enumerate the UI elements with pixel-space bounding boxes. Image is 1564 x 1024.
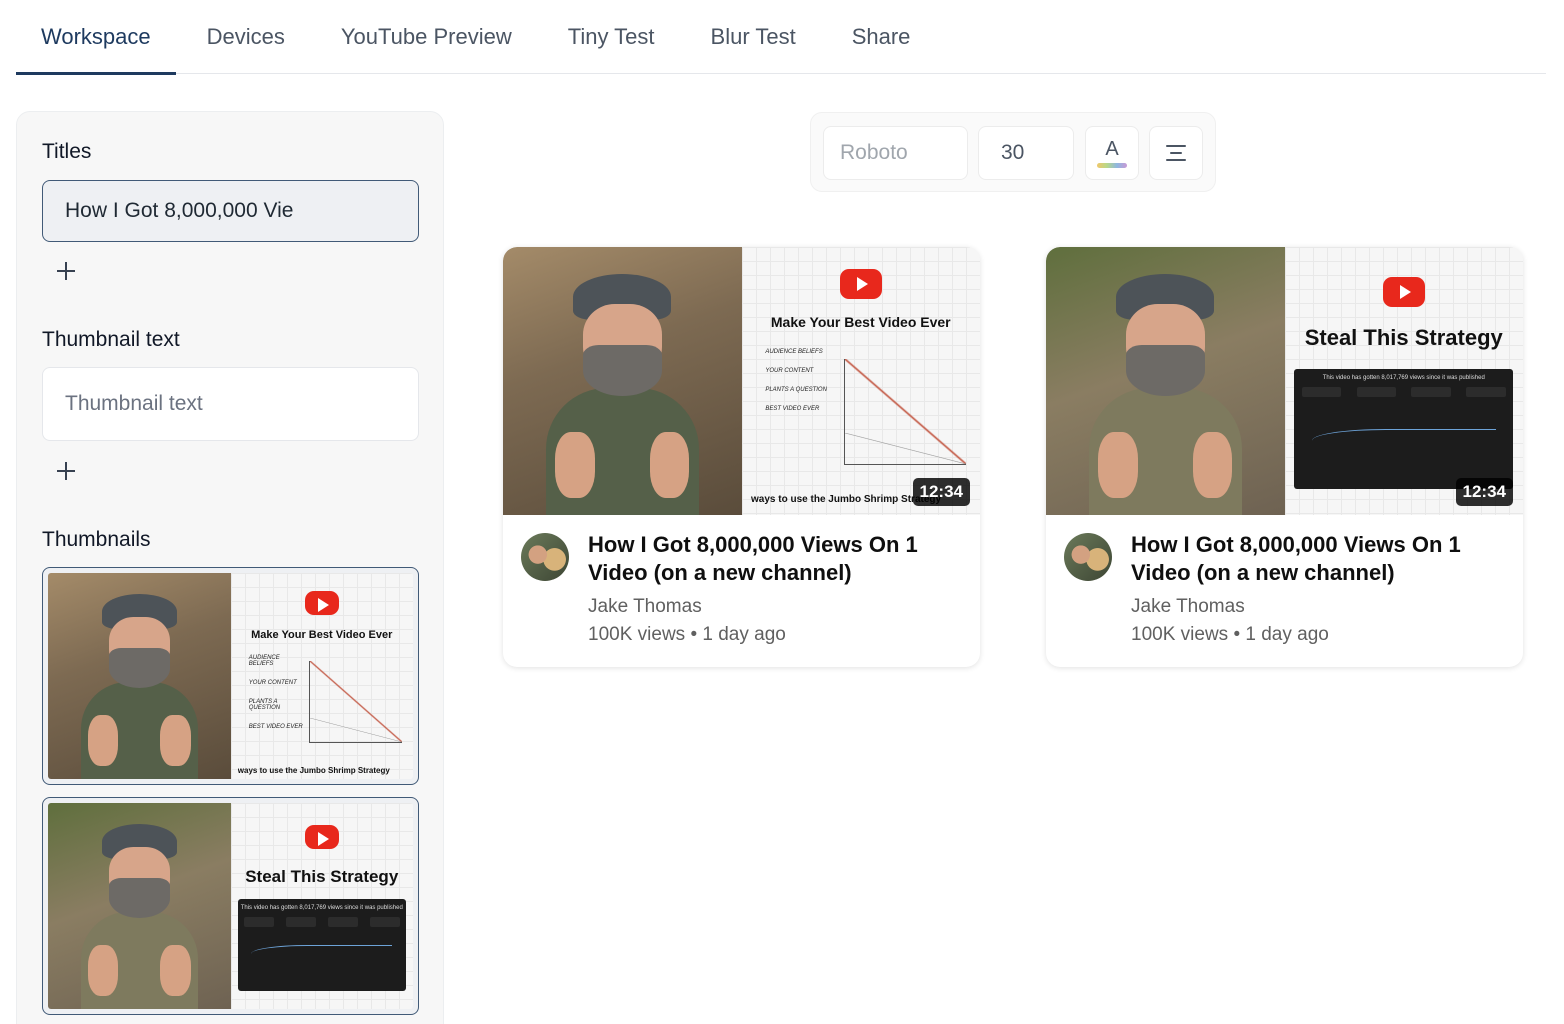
font-family-select[interactable]: Roboto: [823, 126, 968, 180]
align-center-icon: [1166, 145, 1186, 161]
youtube-logo-icon: [1382, 277, 1425, 307]
color-swatch-bar: [1097, 162, 1127, 168]
video-meta: 100K views • 1 day ago: [1131, 624, 1329, 645]
text-color-button[interactable]: A: [1085, 126, 1139, 180]
thumbnail-artwork: Make Your Best Video Ever AUDIENCE BELIE…: [230, 573, 413, 779]
thumbnail-heading: Steal This Strategy: [1304, 325, 1503, 350]
title-input[interactable]: How I Got 8,000,000 Vie: [42, 180, 419, 242]
thumbnail-heading: Steal This Strategy: [245, 867, 399, 886]
presenter-photo: [48, 573, 231, 779]
thumbnail-option-2[interactable]: Steal This Strategy This video has gotte…: [42, 797, 419, 1015]
font-size-input[interactable]: 30: [978, 126, 1074, 180]
thumbnail-option-1[interactable]: Make Your Best Video Ever AUDIENCE BELIE…: [42, 567, 419, 785]
presenter-photo: [48, 803, 231, 1009]
text-color-icon: A: [1105, 137, 1119, 160]
flow-step: YOUR CONTENT: [248, 680, 297, 686]
presenter-photo: [1046, 247, 1285, 515]
text-style-toolbar: Roboto 30 A: [810, 112, 1216, 192]
analytics-dashboard: This video has gotten 8,017,769 views si…: [1294, 369, 1514, 489]
duration-badge: 12:34: [1455, 478, 1513, 506]
thumbnail-heading: Make Your Best Video Ever: [770, 314, 951, 330]
flow-step: PLANTS A QUESTION: [248, 699, 281, 711]
youtube-logo-icon: [839, 269, 882, 299]
youtube-logo-icon: [304, 591, 339, 615]
channel-name[interactable]: Jake Thomas: [588, 596, 702, 618]
tab-workspace[interactable]: Workspace: [16, 0, 176, 75]
dashboard-title: This video has gotten 8,017,769 views si…: [1322, 375, 1485, 381]
tab-share[interactable]: Share: [827, 0, 936, 74]
thumbnail-artwork: Make Your Best Video Ever AUDIENCE BELIE…: [741, 247, 980, 515]
thumbnail-text-input[interactable]: Thumbnail text: [42, 367, 419, 441]
flow-step: BEST VIDEO EVER: [248, 724, 303, 730]
tab-bar: Workspace Devices YouTube Preview Tiny T…: [16, 0, 1546, 75]
thumbnails-label: Thumbnails: [42, 528, 151, 551]
duration-badge: 12:34: [912, 478, 970, 506]
video-thumbnail[interactable]: Make Your Best Video Ever AUDIENCE BELIE…: [503, 247, 980, 515]
thumbnail-artwork: Steal This Strategy This video has gotte…: [1284, 247, 1523, 515]
thumbnail-image: Steal This Strategy This video has gotte…: [48, 803, 413, 1009]
thumbnail-image: Make Your Best Video Ever AUDIENCE BELIE…: [48, 573, 413, 779]
dashboard-title: This video has gotten 8,017,769 views si…: [240, 905, 403, 911]
titles-label: Titles: [42, 140, 92, 163]
tab-devices[interactable]: Devices: [182, 0, 310, 74]
video-preview-card[interactable]: Make Your Best Video Ever AUDIENCE BELIE…: [503, 247, 980, 667]
thumbnail-caption: ways to use the Jumbo Shrimp Strategy: [237, 765, 390, 775]
presenter-photo: [503, 247, 742, 515]
channel-avatar[interactable]: [1064, 533, 1112, 581]
thumbnail-heading: Make Your Best Video Ever: [251, 629, 393, 641]
flow-step: PLANTS A QUESTION: [765, 387, 827, 393]
tab-blur-test[interactable]: Blur Test: [686, 0, 821, 74]
video-preview-card[interactable]: Steal This Strategy This video has gotte…: [1046, 247, 1523, 667]
editor-panel: Titles How I Got 8,000,000 Vie Thumbnail…: [16, 111, 444, 1024]
channel-name[interactable]: Jake Thomas: [1131, 596, 1245, 618]
flow-step: AUDIENCE BELIEFS: [765, 349, 823, 355]
flow-step: YOUR CONTENT: [765, 368, 814, 374]
text-align-button[interactable]: [1149, 126, 1203, 180]
youtube-logo-icon: [304, 825, 339, 849]
thumbnail-chart: [308, 661, 403, 743]
tab-youtube-preview[interactable]: YouTube Preview: [316, 0, 537, 74]
video-title[interactable]: How I Got 8,000,000 Views On 1 Video (on…: [1131, 531, 1491, 587]
flow-step: AUDIENCE BELIEFS: [248, 655, 280, 667]
thumbnail-chart: [844, 359, 966, 465]
channel-avatar[interactable]: [521, 533, 569, 581]
thumbnail-text-label: Thumbnail text: [42, 328, 180, 351]
add-title-plus-icon[interactable]: [55, 260, 77, 282]
video-title[interactable]: How I Got 8,000,000 Views On 1 Video (on…: [588, 531, 948, 587]
tab-tiny-test[interactable]: Tiny Test: [543, 0, 680, 74]
analytics-dashboard: This video has gotten 8,017,769 views si…: [237, 899, 406, 991]
flow-step: BEST VIDEO EVER: [765, 406, 820, 412]
video-thumbnail[interactable]: Steal This Strategy This video has gotte…: [1046, 247, 1523, 515]
add-thumbnail-text-plus-icon[interactable]: [55, 460, 77, 482]
thumbnail-artwork: Steal This Strategy This video has gotte…: [230, 803, 413, 1009]
video-meta: 100K views • 1 day ago: [588, 624, 786, 645]
